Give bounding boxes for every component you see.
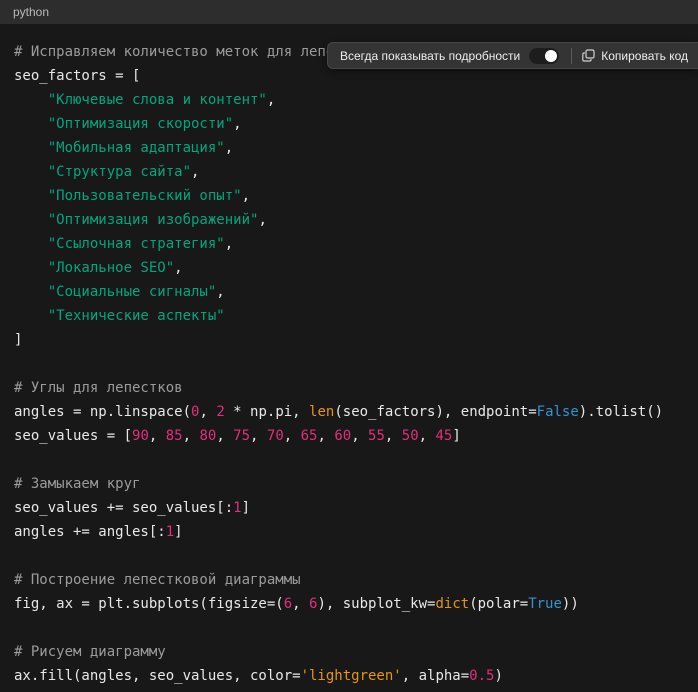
code-toolbar: Всегда показывать подробности Копировать… <box>327 42 698 69</box>
code-language-label: python <box>13 5 49 19</box>
code-line: "Оптимизация изображений", <box>14 208 684 232</box>
always-show-details-toggle[interactable] <box>529 48 559 64</box>
code-line: seo_values += seo_values[:1] <box>14 496 684 520</box>
code-line <box>14 544 684 568</box>
code-line: "Локальное SEO", <box>14 256 684 280</box>
code-line: "Структура сайта", <box>14 160 684 184</box>
code-line: angles = np.linspace(0, 2 * np.pi, len(s… <box>14 400 684 424</box>
code-line: "Пользовательский опыт", <box>14 184 684 208</box>
code-line: "Ключевые слова и контент", <box>14 88 684 112</box>
code-line: fig, ax = plt.subplots(figsize=(6, 6), s… <box>14 592 684 616</box>
copy-code-button[interactable]: Копировать код <box>582 49 688 63</box>
code-line: # Углы для лепестков <box>14 376 684 400</box>
code-line: "Технические аспекты" <box>14 304 684 328</box>
code-line: # Замыкаем круг <box>14 472 684 496</box>
code-line <box>14 352 684 376</box>
copy-icon <box>582 49 595 62</box>
code-content: # Исправляем количество меток для лепест… <box>0 24 698 688</box>
code-line <box>14 448 684 472</box>
code-line: # Рисуем диаграмму <box>14 640 684 664</box>
code-line: "Социальные сигналы", <box>14 280 684 304</box>
code-line: seo_values = [90, 85, 80, 75, 70, 65, 60… <box>14 424 684 448</box>
code-line <box>14 616 684 640</box>
code-line: ax.fill(angles, seo_values, color='light… <box>14 664 684 688</box>
copy-code-label: Копировать код <box>601 49 688 63</box>
code-line: ] <box>14 328 684 352</box>
code-language-bar: python <box>0 0 698 24</box>
code-line: angles += angles[:1] <box>14 520 684 544</box>
code-block: python # Исправляем количество меток для… <box>0 0 698 692</box>
code-line: "Оптимизация скорости", <box>14 112 684 136</box>
always-show-details-label: Всегда показывать подробности <box>340 49 520 63</box>
code-line: "Ссылочная стратегия", <box>14 232 684 256</box>
code-line: "Мобильная адаптация", <box>14 136 684 160</box>
toggle-knob <box>545 50 557 62</box>
code-line: # Построение лепестковой диаграммы <box>14 568 684 592</box>
toolbar-divider <box>571 48 572 64</box>
